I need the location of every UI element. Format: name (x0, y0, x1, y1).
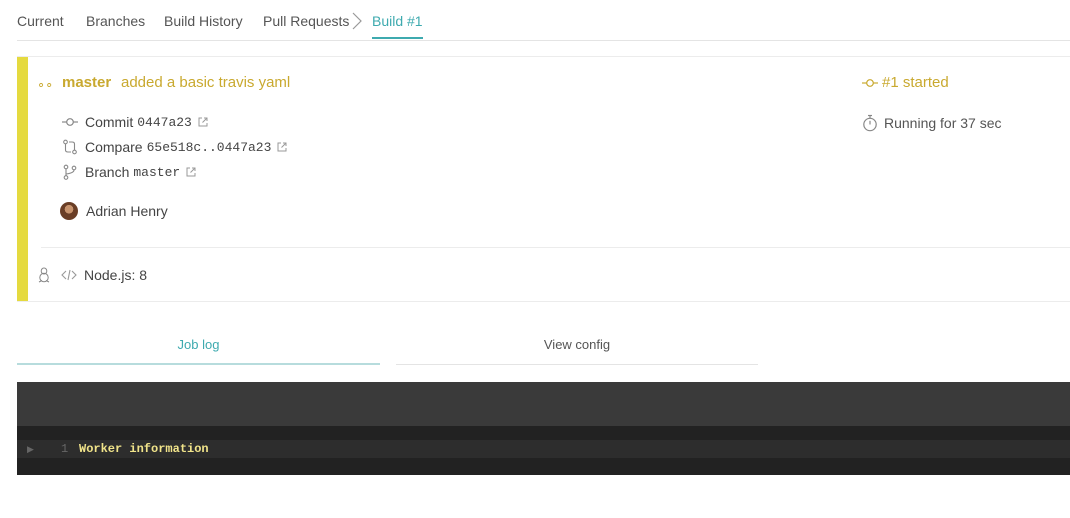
tab-job-log[interactable]: Job log (17, 337, 380, 365)
author: Adrian Henry (60, 202, 168, 220)
build-status[interactable]: #1 started (862, 74, 949, 91)
commit-sha[interactable]: 0447a23 (137, 115, 192, 130)
linux-icon (38, 267, 50, 283)
commit-message: added a basic travis yaml (121, 74, 291, 91)
tab-current[interactable]: Current (17, 13, 64, 29)
divider (41, 247, 1070, 248)
tab-build-history[interactable]: Build History (164, 13, 243, 29)
stopwatch-icon (863, 114, 877, 132)
compare-row[interactable]: Compare 65e518c..0447a23 (62, 139, 287, 155)
job-environment: Node.js: 8 (37, 267, 147, 283)
log-header (17, 382, 1070, 426)
compare-icon (63, 139, 77, 155)
branch-value[interactable]: master (133, 165, 180, 180)
external-link-icon (277, 142, 287, 152)
repo-tabs: Current Branches Build History Pull Requ… (17, 0, 1070, 41)
external-link-icon (186, 167, 196, 177)
branch-name[interactable]: master (62, 74, 111, 91)
log-line-number: 1 (61, 442, 69, 456)
expand-caret-icon[interactable]: ▶ (27, 444, 34, 455)
infinity-icon: ∘∘ (37, 77, 54, 92)
avatar (60, 202, 78, 220)
commit-row[interactable]: Commit 0447a23 (62, 114, 208, 130)
tab-build[interactable]: Build #1 (372, 13, 423, 39)
log-line[interactable]: ▶ 1 Worker information (17, 440, 1070, 458)
commit-icon (862, 78, 878, 87)
chevron-right-icon (352, 12, 362, 30)
status-text: #1 started (882, 74, 949, 91)
branch-label: Branch (85, 164, 130, 180)
author-name: Adrian Henry (86, 203, 168, 219)
build-duration: Running for 37 sec (862, 114, 1002, 132)
job-log: ▶ 1 Worker information (17, 382, 1070, 475)
tab-branches[interactable]: Branches (86, 13, 145, 29)
tab-pull-requests[interactable]: Pull Requests (263, 13, 349, 29)
commit-label: Commit (85, 114, 134, 130)
status-stripe (17, 57, 28, 301)
env-language: Node.js: 8 (84, 267, 148, 283)
compare-label: Compare (85, 139, 143, 155)
branch-row[interactable]: Branch master (62, 164, 196, 180)
duration-text: Running for 37 sec (884, 115, 1002, 131)
code-icon (61, 269, 77, 281)
tab-view-config[interactable]: View config (396, 337, 758, 365)
log-line-text: Worker information (79, 442, 209, 456)
external-link-icon (198, 117, 208, 127)
build-summary: ∘∘ master added a basic travis yaml Comm… (17, 56, 1070, 302)
branch-icon (63, 164, 77, 180)
compare-range[interactable]: 65e518c..0447a23 (147, 140, 272, 155)
commit-icon (62, 118, 78, 126)
